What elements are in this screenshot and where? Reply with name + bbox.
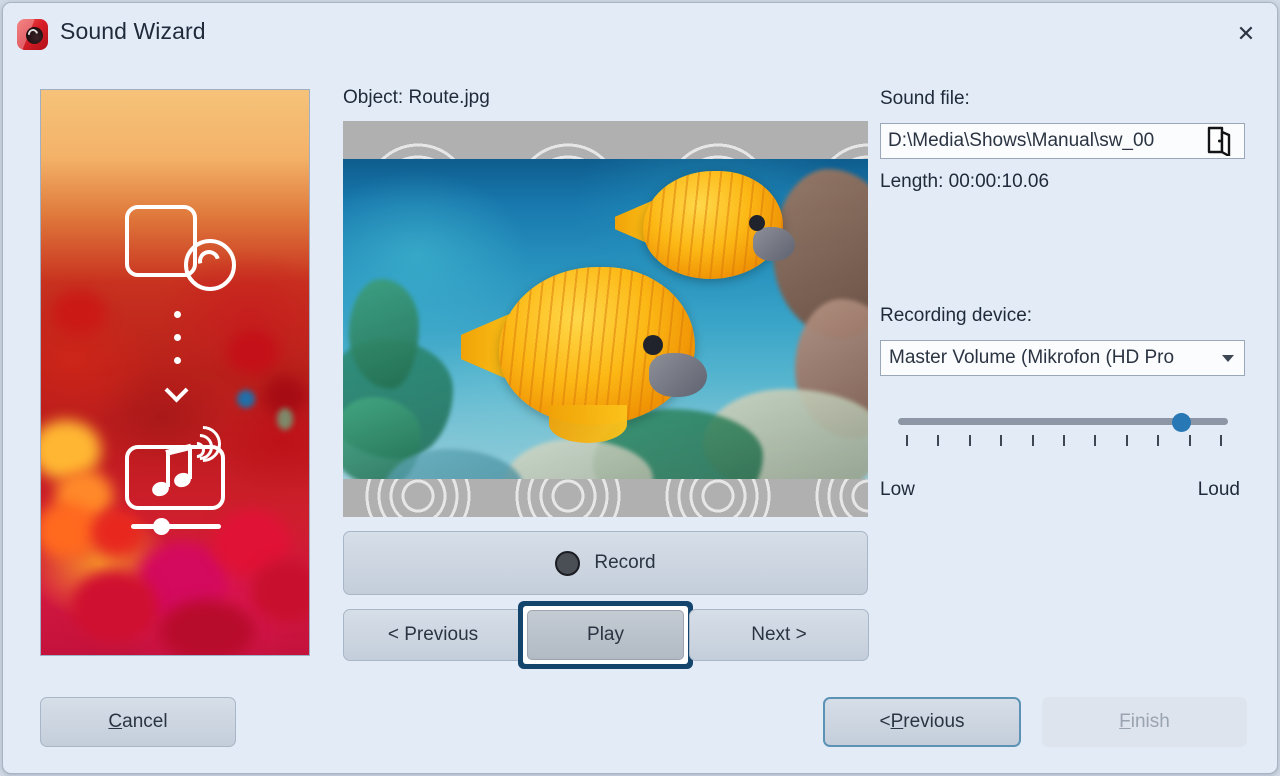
finish-label-post: inish bbox=[1130, 711, 1170, 732]
sound-wizard-dialog: Sound Wizard ✕ Object: Route.jpg Record … bbox=[2, 2, 1278, 774]
previous-accelerator: P bbox=[890, 711, 904, 732]
title-bar: Sound Wizard ✕ bbox=[3, 3, 1277, 65]
slider-tick bbox=[1063, 435, 1065, 446]
fish-body-main bbox=[499, 267, 695, 425]
timeline-knob bbox=[153, 518, 170, 535]
music-note-stem bbox=[166, 452, 170, 487]
slider-thumb[interactable] bbox=[1171, 413, 1191, 432]
chevron-down-icon bbox=[1222, 354, 1234, 362]
slider-tick bbox=[1220, 435, 1222, 446]
slide-preview-thumbnail bbox=[40, 89, 310, 656]
dotted-arrow-dot bbox=[174, 311, 181, 318]
volume-loud-label: Loud bbox=[1197, 479, 1240, 500]
record-button[interactable]: Record bbox=[343, 531, 868, 595]
dotted-arrow-dot bbox=[174, 334, 181, 341]
slider-tick bbox=[1157, 435, 1160, 446]
fish-fin bbox=[549, 405, 627, 443]
slider-tick bbox=[968, 435, 971, 446]
object-preview-box bbox=[343, 121, 868, 517]
close-icon[interactable]: ✕ bbox=[1227, 16, 1265, 52]
play-button-focus-inner: Play bbox=[523, 606, 688, 664]
previous-label-pre: < bbox=[879, 711, 891, 732]
dotted-arrow-dot bbox=[174, 357, 181, 364]
sound-file-input[interactable] bbox=[880, 123, 1245, 159]
slider-tick bbox=[1188, 435, 1191, 446]
preview-photo bbox=[343, 159, 868, 479]
dotted-arrow-down-icon bbox=[164, 378, 189, 403]
cancel-accelerator: C bbox=[108, 711, 123, 732]
slider-tick bbox=[1125, 435, 1128, 446]
record-button-label: Record bbox=[594, 552, 656, 573]
open-folder-icon[interactable] bbox=[1201, 119, 1237, 163]
slider-tick bbox=[937, 435, 940, 446]
recording-device-select[interactable]: Master Volume (Mikrofon (HD Pro bbox=[880, 340, 1245, 376]
recording-volume-slider[interactable] bbox=[898, 408, 1228, 458]
finish-accelerator: F bbox=[1119, 711, 1131, 732]
finish-button: Finish bbox=[1042, 697, 1247, 747]
play-button-focus-ring: Play bbox=[518, 601, 693, 669]
slider-tick bbox=[906, 435, 908, 446]
previous-label-post: revious bbox=[903, 711, 965, 732]
volume-low-label: Low bbox=[880, 479, 915, 500]
slider-tick bbox=[1094, 435, 1097, 446]
fish-eye bbox=[643, 335, 663, 355]
wizard-previous-button[interactable]: < Previous bbox=[823, 697, 1021, 747]
preview-previous-button[interactable]: < Previous bbox=[343, 609, 523, 661]
record-dot-icon bbox=[555, 550, 581, 576]
window-title: Sound Wizard bbox=[60, 18, 206, 44]
sound-length-label: Length: 00:00:10.06 bbox=[880, 171, 1050, 192]
preview-next-button[interactable]: Next > bbox=[689, 609, 869, 661]
app-icon bbox=[17, 19, 48, 50]
cancel-button[interactable]: Cancel bbox=[40, 697, 236, 747]
fish-stripes bbox=[499, 267, 695, 425]
slider-tick bbox=[1031, 435, 1034, 446]
recording-device-value: Master Volume (Mikrofon (HD Pro bbox=[889, 347, 1175, 368]
cancel-label-post: ancel bbox=[122, 711, 168, 732]
fish-face bbox=[753, 227, 795, 261]
recording-device-label: Recording device: bbox=[880, 305, 1033, 326]
preview-overlay bbox=[41, 90, 309, 655]
fish-face bbox=[649, 353, 707, 397]
slider-tick bbox=[1000, 435, 1003, 446]
object-label: Object: Route.jpg bbox=[343, 87, 490, 108]
play-button[interactable]: Play bbox=[527, 610, 684, 660]
fish-eye bbox=[749, 215, 765, 231]
sound-file-label: Sound file: bbox=[880, 88, 970, 109]
timeline-bar bbox=[131, 524, 221, 529]
